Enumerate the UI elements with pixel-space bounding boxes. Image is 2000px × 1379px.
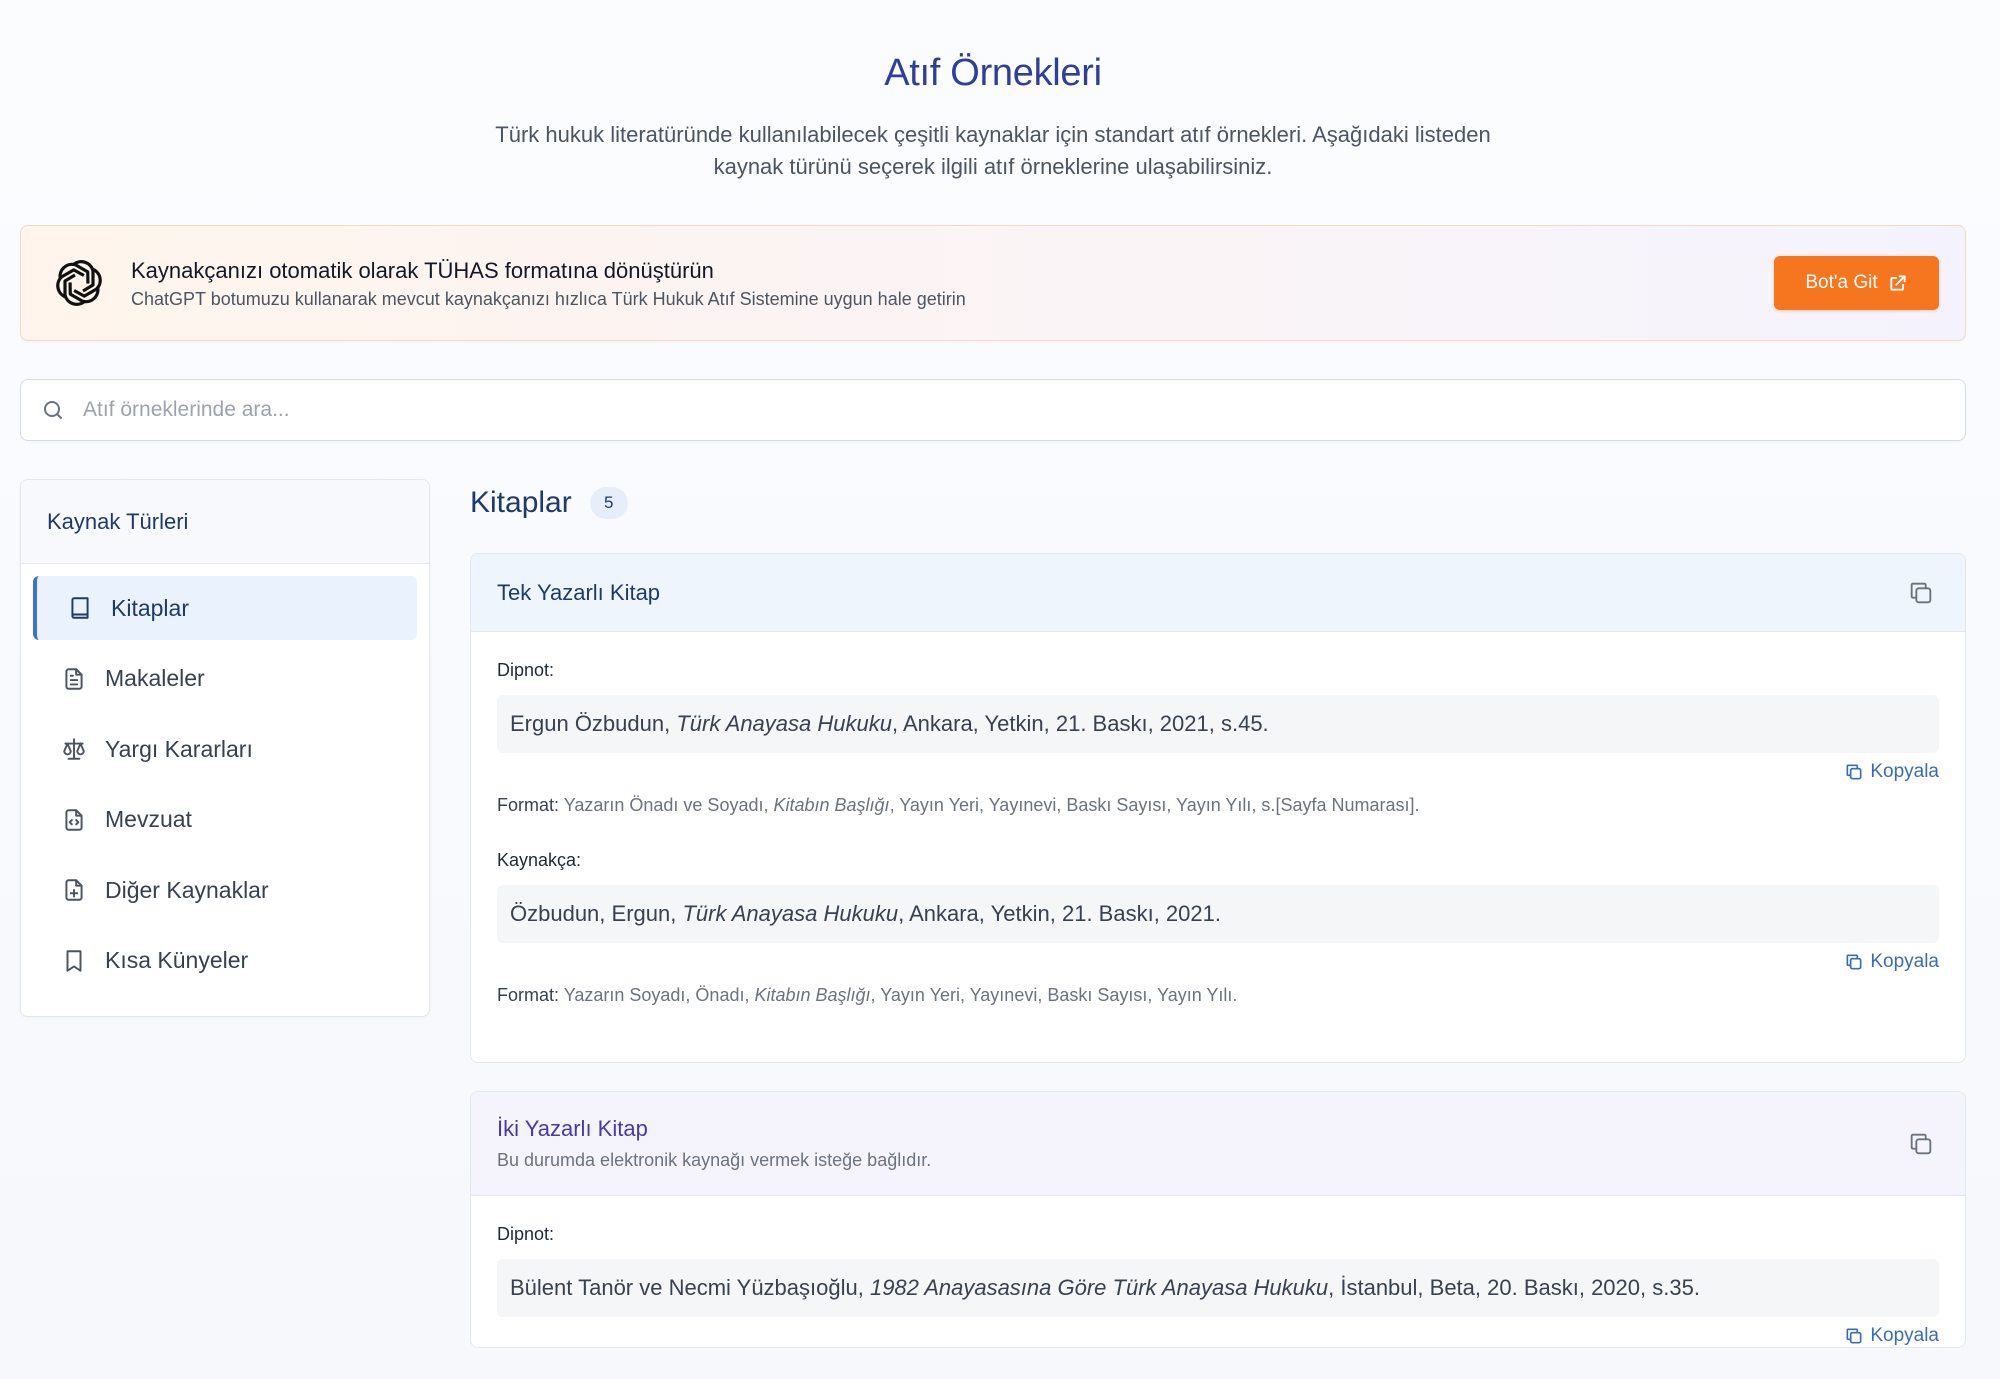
page-title: Atıf Örnekleri (884, 52, 1102, 94)
citation-card: Tek Yazarlı Kitap Dipnot: Ergun Özbudun,… (470, 553, 1966, 1063)
footnote-citation: Bülent Tanör ve Necmi Yüzbaşıoğlu, 1982 … (497, 1259, 1939, 1317)
footnote-format: Format: Yazarın Önadı ve Soyadı, Kitabın… (497, 795, 1939, 816)
sidebar-nav: Kitaplar Makaleler Yargı Kararları Mevzu… (21, 564, 429, 1012)
copy-bibliography-button[interactable]: Kopyala (1844, 951, 1939, 973)
sidebar-item-diger-kaynaklar[interactable]: Diğer Kaynaklar (33, 858, 417, 922)
footnote-label: Dipnot: (497, 1224, 555, 1244)
copy-label: Kopyala (1870, 1325, 1939, 1346)
format-text: , Yayın Yeri, Yayınevi, Baskı Sayısı, Ya… (870, 985, 1238, 1005)
citation-author: Özbudun, Ergun, (510, 901, 683, 926)
citation-details: , Ankara, Yetkin, 21. Baskı, 2021. (898, 901, 1221, 926)
banner-title: Kaynakçanızı otomatik olarak TÜHAS forma… (131, 257, 714, 283)
copy-footnote-button[interactable]: Kopyala (1844, 1325, 1939, 1347)
document-icon (65, 667, 83, 690)
sidebar-item-kisa-kunyeler[interactable]: Kısa Künyeler (33, 929, 417, 993)
sidebar-item-label: Diğer Kaynaklar (105, 876, 269, 903)
citation-title: Türk Anayasa Hukuku (682, 901, 899, 926)
external-link-icon (1890, 275, 1906, 291)
copy-row: Kopyala (497, 1325, 1939, 1347)
search-bar[interactable] (20, 379, 1966, 441)
sidebar-title: Kaynak Türleri (21, 480, 429, 564)
format-italic: Kitabın Başlığı (773, 795, 890, 815)
bot-banner: Kaynakçanızı otomatik olarak TÜHAS forma… (20, 225, 1966, 341)
page: Atıf Örnekleri Türk hukuk literatüründe … (20, 0, 1966, 1348)
sidebar: Kaynak Türleri Kitaplar Makaleler Yargı … (20, 479, 430, 1017)
citation-details: , İstanbul, Beta, 20. Baskı, 2020, s.35. (1328, 1275, 1700, 1300)
book-icon (71, 597, 89, 619)
citation-author: Bülent Tanör ve Necmi Yüzbaşıoğlu, (510, 1275, 870, 1300)
format-italic: Kitabın Başlığı (754, 985, 871, 1005)
copy-icon[interactable] (1907, 579, 1935, 607)
bibliography-citation: Özbudun, Ergun, Türk Anayasa Hukuku , An… (497, 885, 1939, 943)
count-badge: 5 (589, 487, 628, 519)
sidebar-item-label: Makaleler (105, 665, 205, 692)
citation-author: Ergun Özbudun, (510, 711, 677, 736)
scale-icon (63, 738, 85, 760)
bibliography-format: Format: Yazarın Soyadı, Önadı, Kitabın B… (497, 985, 1939, 1006)
content-layout: Kaynak Türleri Kitaplar Makaleler Yargı … (20, 479, 1966, 1348)
sidebar-item-label: Kısa Künyeler (105, 947, 249, 974)
section-header: Kitaplar 5 (470, 481, 1966, 525)
search-icon (44, 401, 62, 419)
copy-icon (1846, 764, 1862, 780)
copy-icon (1846, 1328, 1862, 1344)
code-file-icon (65, 809, 83, 831)
main-content: Kitaplar 5 Tek Yazarlı Kitap Dipnot: Erg… (470, 479, 1966, 1348)
sidebar-item-kitaplar[interactable]: Kitaplar (33, 576, 417, 640)
copy-icon[interactable] (1907, 1130, 1935, 1158)
go-to-bot-label: Bot'a Git (1805, 272, 1878, 293)
sidebar-item-mevzuat[interactable]: Mevzuat (33, 788, 417, 852)
card-title: İki Yazarlı Kitap (497, 1116, 648, 1141)
search-input[interactable] (83, 398, 1965, 422)
section-title: Kitaplar (470, 486, 572, 519)
copy-label: Kopyala (1870, 951, 1939, 972)
openai-icon (56, 260, 102, 306)
page-header: Atıf Örnekleri Türk hukuk literatüründe … (20, 0, 1966, 183)
citation-title: Türk Anayasa Hukuku (676, 711, 892, 736)
card-header: Tek Yazarlı Kitap (471, 554, 1965, 632)
sidebar-item-label: Yargı Kararları (105, 735, 253, 762)
sidebar-item-yargi-kararlari[interactable]: Yargı Kararları (33, 717, 417, 781)
bibliography-label: Kaynakça: (497, 850, 582, 870)
card-header: İki Yazarlı Kitap Bu durumda elektronik … (471, 1092, 1965, 1196)
banner-text: Kaynakçanızı otomatik olarak TÜHAS forma… (131, 257, 1774, 310)
citation-title: 1982 Anayasasına Göre Türk Anayasa Hukuk… (869, 1275, 1329, 1300)
page-description: Türk hukuk literatüründe kullanılabilece… (495, 122, 1491, 179)
card-note: Bu durumda elektronik kaynağı vermek ist… (497, 1150, 932, 1170)
banner-subtitle: ChatGPT botumuzu kullanarak mevcut kayna… (131, 288, 966, 309)
card-title: Tek Yazarlı Kitap (497, 579, 661, 605)
format-text: Yazarın Soyadı, Önadı, (559, 985, 755, 1005)
card-body: Dipnot: Bülent Tanör ve Necmi Yüzbaşıoğl… (471, 1196, 1965, 1347)
citation-card: İki Yazarlı Kitap Bu durumda elektronik … (470, 1091, 1966, 1348)
file-plus-icon (65, 879, 83, 902)
bookmark-icon (66, 950, 82, 972)
footnote-citation: Ergun Özbudun, Türk Anayasa Hukuku , Ank… (497, 695, 1939, 753)
sidebar-item-label: Mevzuat (105, 806, 192, 833)
copy-label: Kopyala (1870, 761, 1939, 782)
go-to-bot-button[interactable]: Bot'a Git (1774, 256, 1939, 310)
copy-icon (1846, 954, 1862, 970)
card-body: Dipnot: Ergun Özbudun, Türk Anayasa Huku… (471, 632, 1965, 1062)
copy-row: Kopyala (497, 761, 1939, 783)
citation-details: , Ankara, Yetkin, 21. Baskı, 2021, s.45. (891, 711, 1269, 736)
format-text: Yazarın Önadı ve Soyadı, (559, 795, 774, 815)
footnote-label: Dipnot: (497, 660, 555, 680)
format-text: , Yayın Yeri, Yayınevi, Baskı Sayısı, Ya… (889, 795, 1420, 815)
copy-footnote-button[interactable]: Kopyala (1844, 761, 1939, 783)
sidebar-item-label: Kitaplar (111, 594, 189, 621)
format-label: Format: (497, 795, 560, 815)
format-label: Format: (497, 985, 560, 1005)
copy-row: Kopyala (497, 951, 1939, 973)
sidebar-item-makaleler[interactable]: Makaleler (33, 647, 417, 711)
